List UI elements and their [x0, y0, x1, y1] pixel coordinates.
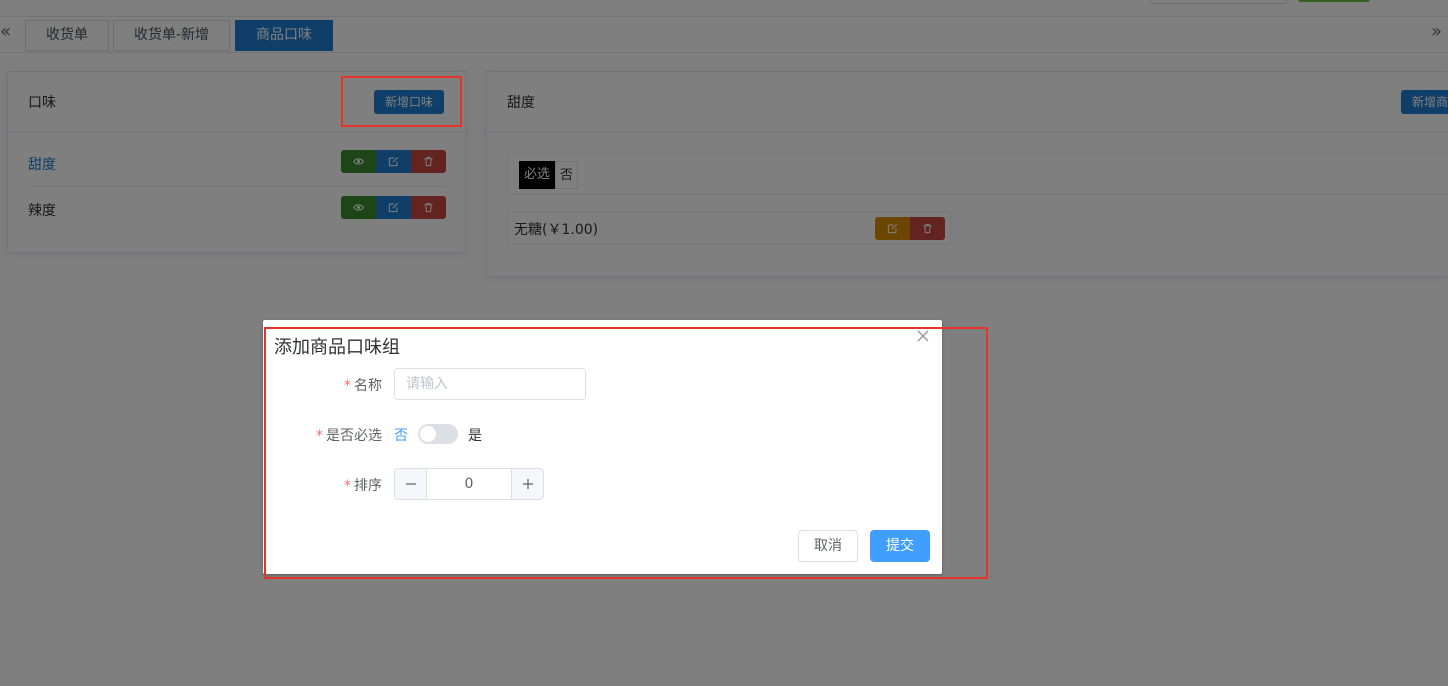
name-input[interactable] [394, 368, 586, 400]
required-label: * 是否必选 [316, 428, 382, 444]
cancel-button[interactable]: 取消 [798, 530, 858, 562]
sort-label: * 排序 [344, 478, 382, 494]
submit-button[interactable]: 提交 [870, 530, 930, 562]
switch-knob [420, 426, 436, 442]
switch-off-label[interactable]: 否 [394, 425, 408, 445]
sort-value[interactable]: 0 [427, 469, 511, 499]
dialog-title: 添加商品口味组 [274, 337, 400, 358]
required-switch[interactable] [418, 424, 458, 444]
name-label: * 名称 [344, 378, 382, 394]
switch-on-label[interactable]: 是 [468, 425, 482, 445]
minus-icon [405, 483, 416, 485]
increment-button[interactable] [511, 469, 543, 499]
sort-stepper: 0 [394, 468, 544, 500]
close-icon[interactable] [916, 329, 930, 343]
add-flavor-group-dialog: 添加商品口味组 *名称 *是否必选 否 是 *排序 0 取消 提交 [263, 320, 942, 574]
decrement-button[interactable] [395, 469, 427, 499]
plus-icon [522, 479, 533, 489]
